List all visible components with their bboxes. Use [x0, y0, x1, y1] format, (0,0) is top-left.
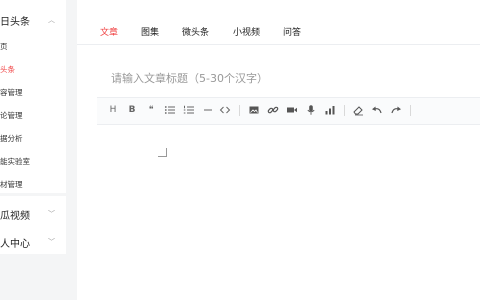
sidebar-item-label: 论管理	[0, 111, 23, 120]
toolbar-separator	[239, 105, 240, 116]
sidebar-panel-groups: 瓜视频 ﹀ 人中心 ﹀	[0, 196, 66, 254]
tab-short-video[interactable]: 小视频	[233, 25, 260, 38]
sidebar-item-label: 材管理	[0, 180, 23, 189]
sidebar-panel-main: 日头条 ︿ 页 头条 容管理 论管理 据分析 能实验室 材管理	[0, 0, 66, 193]
sidebar-item-home[interactable]: 页	[0, 41, 8, 52]
sidebar-item-label: 容管理	[0, 88, 23, 97]
sidebar: 日头条 ︿ 页 头条 容管理 论管理 据分析 能实验室 材管理 瓜视频 ﹀ 人中	[0, 0, 66, 300]
code-icon[interactable]	[219, 104, 231, 116]
sidebar-item-lab[interactable]: 能实验室	[0, 156, 30, 167]
image-icon[interactable]	[248, 104, 260, 116]
sidebar-item-label: 能实验室	[0, 157, 30, 166]
sidebar-item-comment-manage[interactable]: 论管理	[0, 110, 23, 121]
chevron-down-icon[interactable]: ﹀	[48, 237, 55, 247]
microphone-icon[interactable]	[305, 104, 317, 116]
sidebar-item-data-analysis[interactable]: 据分析	[0, 133, 23, 144]
link-icon[interactable]	[267, 104, 279, 116]
sidebar-item-material-manage[interactable]: 材管理	[0, 179, 23, 190]
chevron-down-icon[interactable]: ﹀	[48, 209, 55, 219]
chevron-up-icon[interactable]: ︿	[48, 15, 55, 25]
heading-icon[interactable]: H	[107, 104, 119, 116]
editor-toolbar: H B ❝	[97, 97, 480, 125]
sidebar-group-label: 人中心	[0, 239, 30, 250]
tab-gallery[interactable]: 图集	[141, 25, 159, 38]
bold-icon[interactable]: B	[126, 104, 138, 116]
sidebar-item-publish[interactable]: 头条	[0, 64, 15, 75]
editor-main: 文章 图集 微头条 小视频 问答 请输入文章标题（5-30个汉字） H B ❝	[77, 0, 480, 300]
sidebar-group-label: 日头条	[0, 17, 30, 28]
quote-icon[interactable]: ❝	[145, 104, 157, 116]
eraser-icon[interactable]	[352, 104, 364, 116]
sidebar-item-label: 页	[0, 42, 8, 51]
ordered-list-icon[interactable]	[183, 104, 195, 116]
divider-icon[interactable]	[202, 104, 214, 116]
tab-qa[interactable]: 问答	[283, 25, 301, 38]
editor-body-cursor[interactable]	[158, 148, 167, 157]
sidebar-group-label: 瓜视频	[0, 211, 30, 222]
content-type-tabs: 文章 图集 微头条 小视频 问答	[77, 0, 480, 45]
sidebar-item-label: 据分析	[0, 134, 23, 143]
toolbar-separator	[410, 105, 411, 116]
sidebar-group-video[interactable]: 瓜视频	[0, 207, 30, 222]
sidebar-item-content-manage[interactable]: 容管理	[0, 87, 23, 98]
redo-icon[interactable]	[390, 104, 402, 116]
sidebar-group-app[interactable]: 日头条	[0, 13, 30, 28]
sidebar-item-label: 头条	[0, 65, 15, 74]
toolbar-separator	[344, 105, 345, 116]
chart-icon[interactable]	[324, 104, 336, 116]
bullet-list-icon[interactable]	[164, 104, 176, 116]
tab-micro-headline[interactable]: 微头条	[182, 25, 209, 38]
undo-icon[interactable]	[371, 104, 383, 116]
video-icon[interactable]	[286, 104, 298, 116]
article-title-input[interactable]: 请输入文章标题（5-30个汉字）	[111, 70, 268, 86]
sidebar-group-profile[interactable]: 人中心	[0, 235, 30, 250]
title-placeholder: 请输入文章标题（5-30个汉字）	[111, 72, 268, 85]
tab-article[interactable]: 文章	[100, 25, 118, 38]
